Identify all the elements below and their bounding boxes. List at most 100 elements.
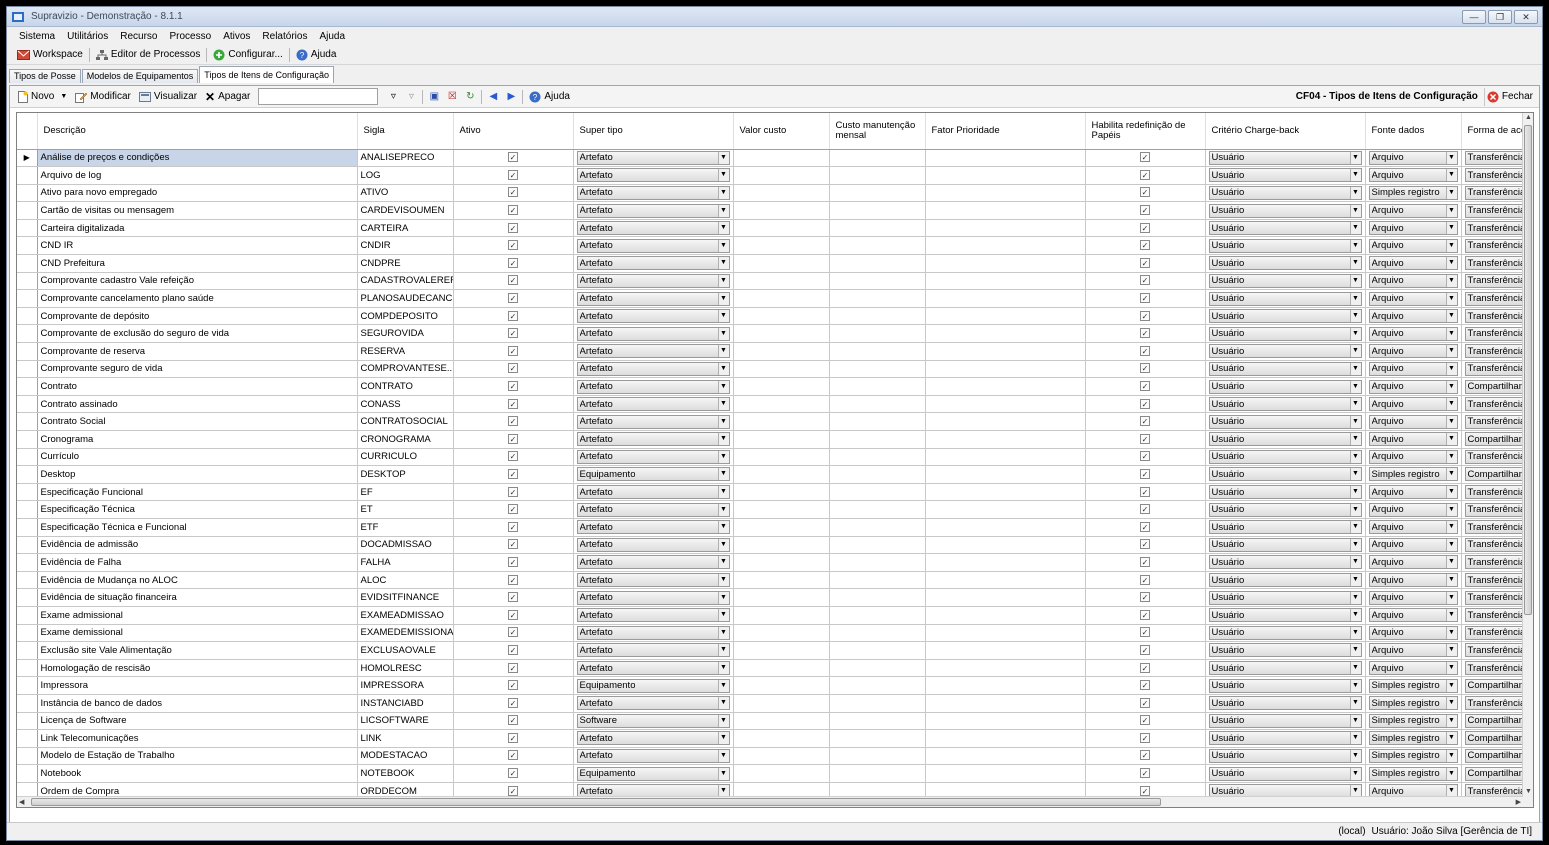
habilita-checkbox[interactable]: ✓ [1140, 293, 1150, 304]
habilita-checkbox[interactable]: ✓ [1140, 715, 1150, 726]
row-header[interactable] [17, 342, 38, 361]
ativo-checkbox[interactable]: ✓ [508, 363, 518, 374]
cell-fonte-dados[interactable]: Arquivo ▼ [1365, 448, 1462, 467]
cell-criterio[interactable]: Usuário ▼ [1205, 219, 1366, 238]
vertical-scroll-thumb[interactable] [1524, 125, 1532, 615]
chevron-down-icon[interactable]: ▼ [717, 538, 729, 551]
fonte-dados-combo[interactable]: Simples registro ▼ [1368, 748, 1458, 763]
chevron-down-icon[interactable]: ▼ [1445, 503, 1457, 516]
chevron-down-icon[interactable]: ▼ [1349, 626, 1361, 639]
cell-criterio[interactable]: Usuário ▼ [1205, 536, 1366, 555]
cell-custo-manutencao[interactable] [829, 254, 926, 273]
chevron-down-icon[interactable]: ▼ [717, 433, 729, 446]
super-tipo-combo[interactable]: Equipamento ▼ [576, 678, 730, 693]
cell-sigla[interactable]: NOTEBOOK [357, 764, 454, 783]
table-row[interactable]: Notebook NOTEBOOK ✓ Equipamento ▼ ✓ Usuário ▼ Si… [17, 764, 1533, 783]
chevron-down-icon[interactable]: ▼ [1349, 574, 1361, 587]
cell-super-tipo[interactable]: Artefato ▼ [573, 236, 734, 256]
cell-habilita-redefinicao[interactable]: ✓ [1085, 659, 1206, 678]
table-row[interactable]: Ativo para novo empregado ATIVO ✓ Artefato ▼… [17, 184, 1533, 203]
cell-descricao[interactable]: Cartão de visitas ou mensagem [37, 201, 358, 220]
chevron-down-icon[interactable]: ▼ [1445, 257, 1457, 270]
table-row[interactable]: Cronograma CRONOGRAMA ✓ Artefato ▼ ✓ Usuário ▼ A… [17, 430, 1533, 449]
chevron-down-icon[interactable]: ▼ [1445, 327, 1457, 340]
criterio-combo[interactable]: Usuário ▼ [1208, 520, 1362, 535]
cell-sigla[interactable]: DOCADMISSAO [357, 536, 454, 555]
tab-tipos-de-posse[interactable]: Tipos de Posse [9, 69, 81, 83]
cell-habilita-redefinicao[interactable]: ✓ [1085, 729, 1206, 748]
habilita-checkbox[interactable]: ✓ [1140, 398, 1150, 409]
chevron-down-icon[interactable]: ▼ [717, 151, 729, 164]
cell-sigla[interactable]: CNDIR [357, 236, 454, 256]
cell-descricao[interactable]: Exame demissional [37, 624, 358, 643]
chevron-down-icon[interactable]: ▼ [1445, 380, 1457, 393]
cell-valor-custo[interactable] [733, 747, 830, 766]
cell-habilita-redefinicao[interactable]: ✓ [1085, 536, 1206, 555]
cell-criterio[interactable]: Usuário ▼ [1205, 465, 1366, 484]
refresh-icon[interactable]: ↻ [463, 90, 477, 104]
cell-descricao[interactable]: Análise de preços e condições [37, 149, 358, 168]
menu-ajuda[interactable]: Ajuda [313, 31, 351, 42]
cell-fonte-dados[interactable]: Simples registro ▼ [1365, 712, 1462, 731]
search-input[interactable] [258, 88, 379, 105]
vertical-scrollbar[interactable]: ▲ ▼ [1522, 113, 1533, 807]
chevron-down-icon[interactable]: ▼ [1349, 239, 1361, 252]
super-tipo-combo[interactable]: Artefato ▼ [576, 573, 730, 588]
cell-valor-custo[interactable] [733, 571, 830, 590]
cell-fonte-dados[interactable]: Arquivo ▼ [1365, 412, 1462, 431]
workspace-button[interactable]: Workspace [13, 46, 87, 64]
cell-custo-manutencao[interactable] [829, 166, 926, 185]
fonte-dados-combo[interactable]: Arquivo ▼ [1368, 326, 1458, 341]
cell-valor-custo[interactable] [733, 518, 830, 537]
row-header[interactable] [17, 307, 38, 326]
fonte-dados-combo[interactable]: Arquivo ▼ [1368, 150, 1458, 165]
cell-descricao[interactable]: Homologação de rescisão [37, 659, 358, 678]
ativo-checkbox[interactable]: ✓ [508, 222, 518, 233]
clear-filter-icon[interactable]: ▿ [404, 90, 418, 104]
criterio-combo[interactable]: Usuário ▼ [1208, 608, 1362, 623]
column-header-criterio-charge-back[interactable]: Critério Charge-back [1205, 113, 1366, 150]
chevron-down-icon[interactable]: ▼ [717, 591, 729, 604]
row-header[interactable] [17, 624, 38, 643]
chevron-down-icon[interactable]: ▼ [717, 468, 729, 481]
cell-fator-prioridade[interactable] [925, 149, 1086, 168]
habilita-checkbox[interactable]: ✓ [1140, 662, 1150, 673]
cell-fonte-dados[interactable]: Arquivo ▼ [1365, 571, 1462, 590]
fonte-dados-combo[interactable]: Arquivo ▼ [1368, 291, 1458, 306]
cell-fator-prioridade[interactable] [925, 747, 1086, 766]
cell-custo-manutencao[interactable] [829, 448, 926, 467]
fonte-dados-combo[interactable]: Arquivo ▼ [1368, 203, 1458, 218]
cell-ativo[interactable]: ✓ [453, 553, 574, 572]
criterio-combo[interactable]: Usuário ▼ [1208, 696, 1362, 711]
cell-criterio[interactable]: Usuário ▼ [1205, 712, 1366, 731]
cell-habilita-redefinicao[interactable]: ✓ [1085, 166, 1206, 185]
cell-valor-custo[interactable] [733, 360, 830, 379]
cell-habilita-redefinicao[interactable]: ✓ [1085, 184, 1206, 203]
cell-fonte-dados[interactable]: Arquivo ▼ [1365, 624, 1462, 643]
cell-criterio[interactable]: Usuário ▼ [1205, 430, 1366, 449]
cell-descricao[interactable]: Comprovante cadastro Vale refeição [37, 272, 358, 291]
cell-descricao[interactable]: Licença de Software [37, 712, 358, 731]
row-header[interactable] [17, 289, 38, 308]
cell-criterio[interactable]: Usuário ▼ [1205, 412, 1366, 431]
habilita-checkbox[interactable]: ✓ [1140, 750, 1150, 761]
ativo-checkbox[interactable]: ✓ [508, 768, 518, 779]
cell-descricao[interactable]: Exame admissional [37, 606, 358, 625]
cell-custo-manutencao[interactable] [829, 236, 926, 256]
cell-habilita-redefinicao[interactable]: ✓ [1085, 254, 1206, 273]
cell-super-tipo[interactable]: Software ▼ [573, 712, 734, 731]
cell-super-tipo[interactable]: Artefato ▼ [573, 395, 734, 414]
row-header[interactable] [17, 184, 38, 203]
cell-super-tipo[interactable]: Artefato ▼ [573, 360, 734, 379]
cell-habilita-redefinicao[interactable]: ✓ [1085, 360, 1206, 379]
cell-sigla[interactable]: LINK [357, 729, 454, 748]
cell-descricao[interactable]: Especificação Técnica e Funcional [37, 518, 358, 537]
habilita-checkbox[interactable]: ✓ [1140, 451, 1150, 462]
chevron-down-icon[interactable]: ▼ [1349, 591, 1361, 604]
visualizar-button[interactable]: Visualizar [135, 88, 201, 106]
cell-fator-prioridade[interactable] [925, 219, 1086, 238]
cell-super-tipo[interactable]: Artefato ▼ [573, 166, 734, 185]
cell-sigla[interactable]: FALHA [357, 553, 454, 572]
cell-fator-prioridade[interactable] [925, 166, 1086, 185]
cell-ativo[interactable]: ✓ [453, 483, 574, 502]
